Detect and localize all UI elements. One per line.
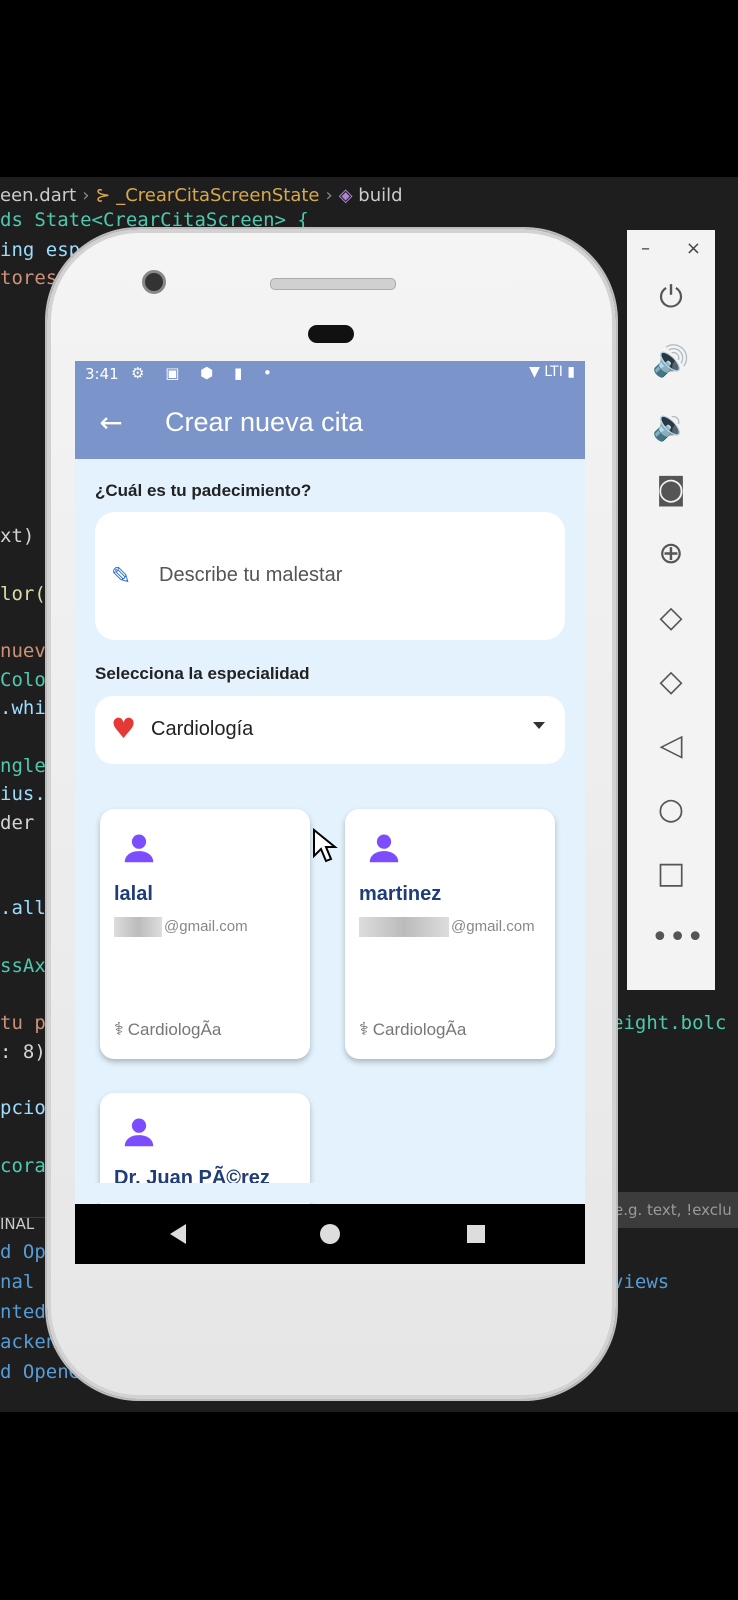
more-icon[interactable]: ••• [651, 918, 704, 958]
code-line: eight.bolc [612, 1012, 727, 1034]
doctor-specialty: ⚕ CardiologÃ­a [114, 1019, 221, 1040]
code-line: tores [0, 267, 58, 289]
app-screen: 3:41 ⚙ ▣ ⬢ ▮ • ▼ LTI ▮ ← Crear nueva cit… [75, 361, 585, 1264]
code-line: ds State<CrearCitaScreen> { [0, 209, 309, 231]
padecimiento-label: ¿Cuál es tu padecimiento? [95, 481, 312, 500]
status-icons: ⚙ ▣ ⬢ ▮ • [131, 364, 280, 382]
list-clip [75, 1183, 585, 1203]
redacted-email-block [359, 917, 449, 937]
doctor-email-domain: @gmail.com [451, 917, 535, 935]
code-line: .whi [0, 697, 46, 719]
terminal-line: d Op [0, 1241, 46, 1263]
doctor-card[interactable]: lalal @gmail.com ⚕ CardiologÃ­a [100, 809, 310, 1059]
pencil-icon: ✎ [111, 562, 132, 590]
nav-recents-icon[interactable] [467, 1225, 485, 1243]
proximity-sensor [308, 325, 354, 343]
stethoscope-icon: ⚕ [359, 1019, 369, 1039]
status-time: 3:41 [85, 365, 119, 383]
code-line: ius. [0, 783, 46, 805]
terminal-tab[interactable]: INAL [0, 1215, 34, 1233]
nav-home-icon[interactable] [320, 1224, 340, 1244]
breadcrumb-class[interactable]: _CrearCitaScreenState [116, 185, 319, 206]
code-line: : 8) [0, 1041, 46, 1063]
breadcrumb-file[interactable]: een.dart [0, 185, 76, 206]
chevron-down-icon [533, 722, 545, 729]
especialidad-label: Selecciona la especialidad [95, 664, 310, 683]
person-icon [124, 1118, 154, 1147]
code-line: xt) [0, 525, 35, 547]
minimize-button[interactable]: – [641, 238, 650, 259]
close-button[interactable]: × [686, 238, 701, 259]
rotate-right-icon[interactable]: ◇ [651, 662, 691, 702]
doctor-email-domain: @gmail.com [164, 917, 248, 935]
volume-up-icon[interactable]: 🔊 [651, 342, 691, 382]
page-title: Crear nueva cita [165, 407, 364, 437]
mouse-cursor-icon [313, 828, 338, 863]
padecimiento-placeholder: Describe tu malestar [159, 564, 343, 586]
breadcrumb-method[interactable]: build [358, 185, 402, 206]
home-icon[interactable]: ○ [651, 790, 691, 830]
method-icon: ◈ [338, 185, 353, 206]
code-line: ing esp [0, 239, 81, 261]
volume-down-icon[interactable]: 🔉 [651, 406, 691, 446]
doctor-name: lalal [114, 883, 153, 905]
camera-icon[interactable]: ◙ [651, 470, 691, 510]
terminal-line: nal [0, 1271, 35, 1293]
doctor-specialty-text: CardiologÃ­a [127, 1020, 222, 1039]
code-line: der [0, 812, 35, 834]
code-line: ssAx [0, 955, 46, 977]
zoom-icon[interactable]: ⊕ [651, 534, 691, 574]
doctor-email: @gmail.com [359, 917, 535, 937]
person-icon [369, 834, 399, 863]
app-bar: ← Crear nueva cita [75, 389, 585, 459]
rotate-left-icon[interactable]: ◇ [651, 598, 691, 638]
doctor-name: martinez [359, 883, 442, 905]
back-icon[interactable]: ◁ [651, 726, 691, 766]
especialidad-dropdown[interactable]: ♥ Cardiología [95, 696, 565, 764]
person-icon [124, 834, 154, 863]
android-nav-bar [75, 1204, 585, 1264]
code-line: pcio [0, 1097, 46, 1119]
filter-input[interactable]: e.g. text, !exclu [608, 1192, 738, 1228]
especialidad-value: Cardiología [151, 718, 254, 740]
power-icon[interactable]: ⏻ [651, 278, 691, 318]
code-line: .all [0, 897, 46, 919]
terminal-line: views [612, 1271, 670, 1293]
stethoscope-icon: ⚕ [114, 1019, 124, 1039]
class-icon: ⊱ [95, 185, 111, 206]
signal-battery-icons: ▼ LTI ▮ [529, 364, 575, 380]
overview-icon[interactable]: □ [651, 854, 691, 894]
heart-icon: ♥ [111, 712, 137, 745]
doctor-specialty-text: CardiologÃ­a [372, 1020, 467, 1039]
redacted-email-block [114, 917, 162, 937]
emulator-toolbar: – × ⏻ 🔊 🔉 ◙ ⊕ ◇ ◇ ◁ ○ □ ••• [627, 230, 715, 990]
nav-back-icon[interactable] [170, 1224, 186, 1244]
doctor-email: @gmail.com [114, 917, 248, 937]
code-line: lor( [0, 583, 46, 605]
code-line: ngle [0, 755, 46, 777]
status-bar: 3:41 ⚙ ▣ ⬢ ▮ • ▼ LTI ▮ [75, 361, 585, 389]
padecimiento-input[interactable]: ✎ Describe tu malestar [95, 512, 565, 640]
doctor-specialty: ⚕ CardiologÃ­a [359, 1019, 466, 1040]
back-arrow-button[interactable]: ← [93, 405, 129, 441]
front-camera [142, 270, 166, 294]
doctor-card[interactable]: martinez @gmail.com ⚕ CardiologÃ­a [345, 809, 555, 1059]
earpiece-speaker [270, 278, 396, 290]
terminal-line: nted [0, 1301, 46, 1323]
code-line: Colo [0, 669, 46, 691]
